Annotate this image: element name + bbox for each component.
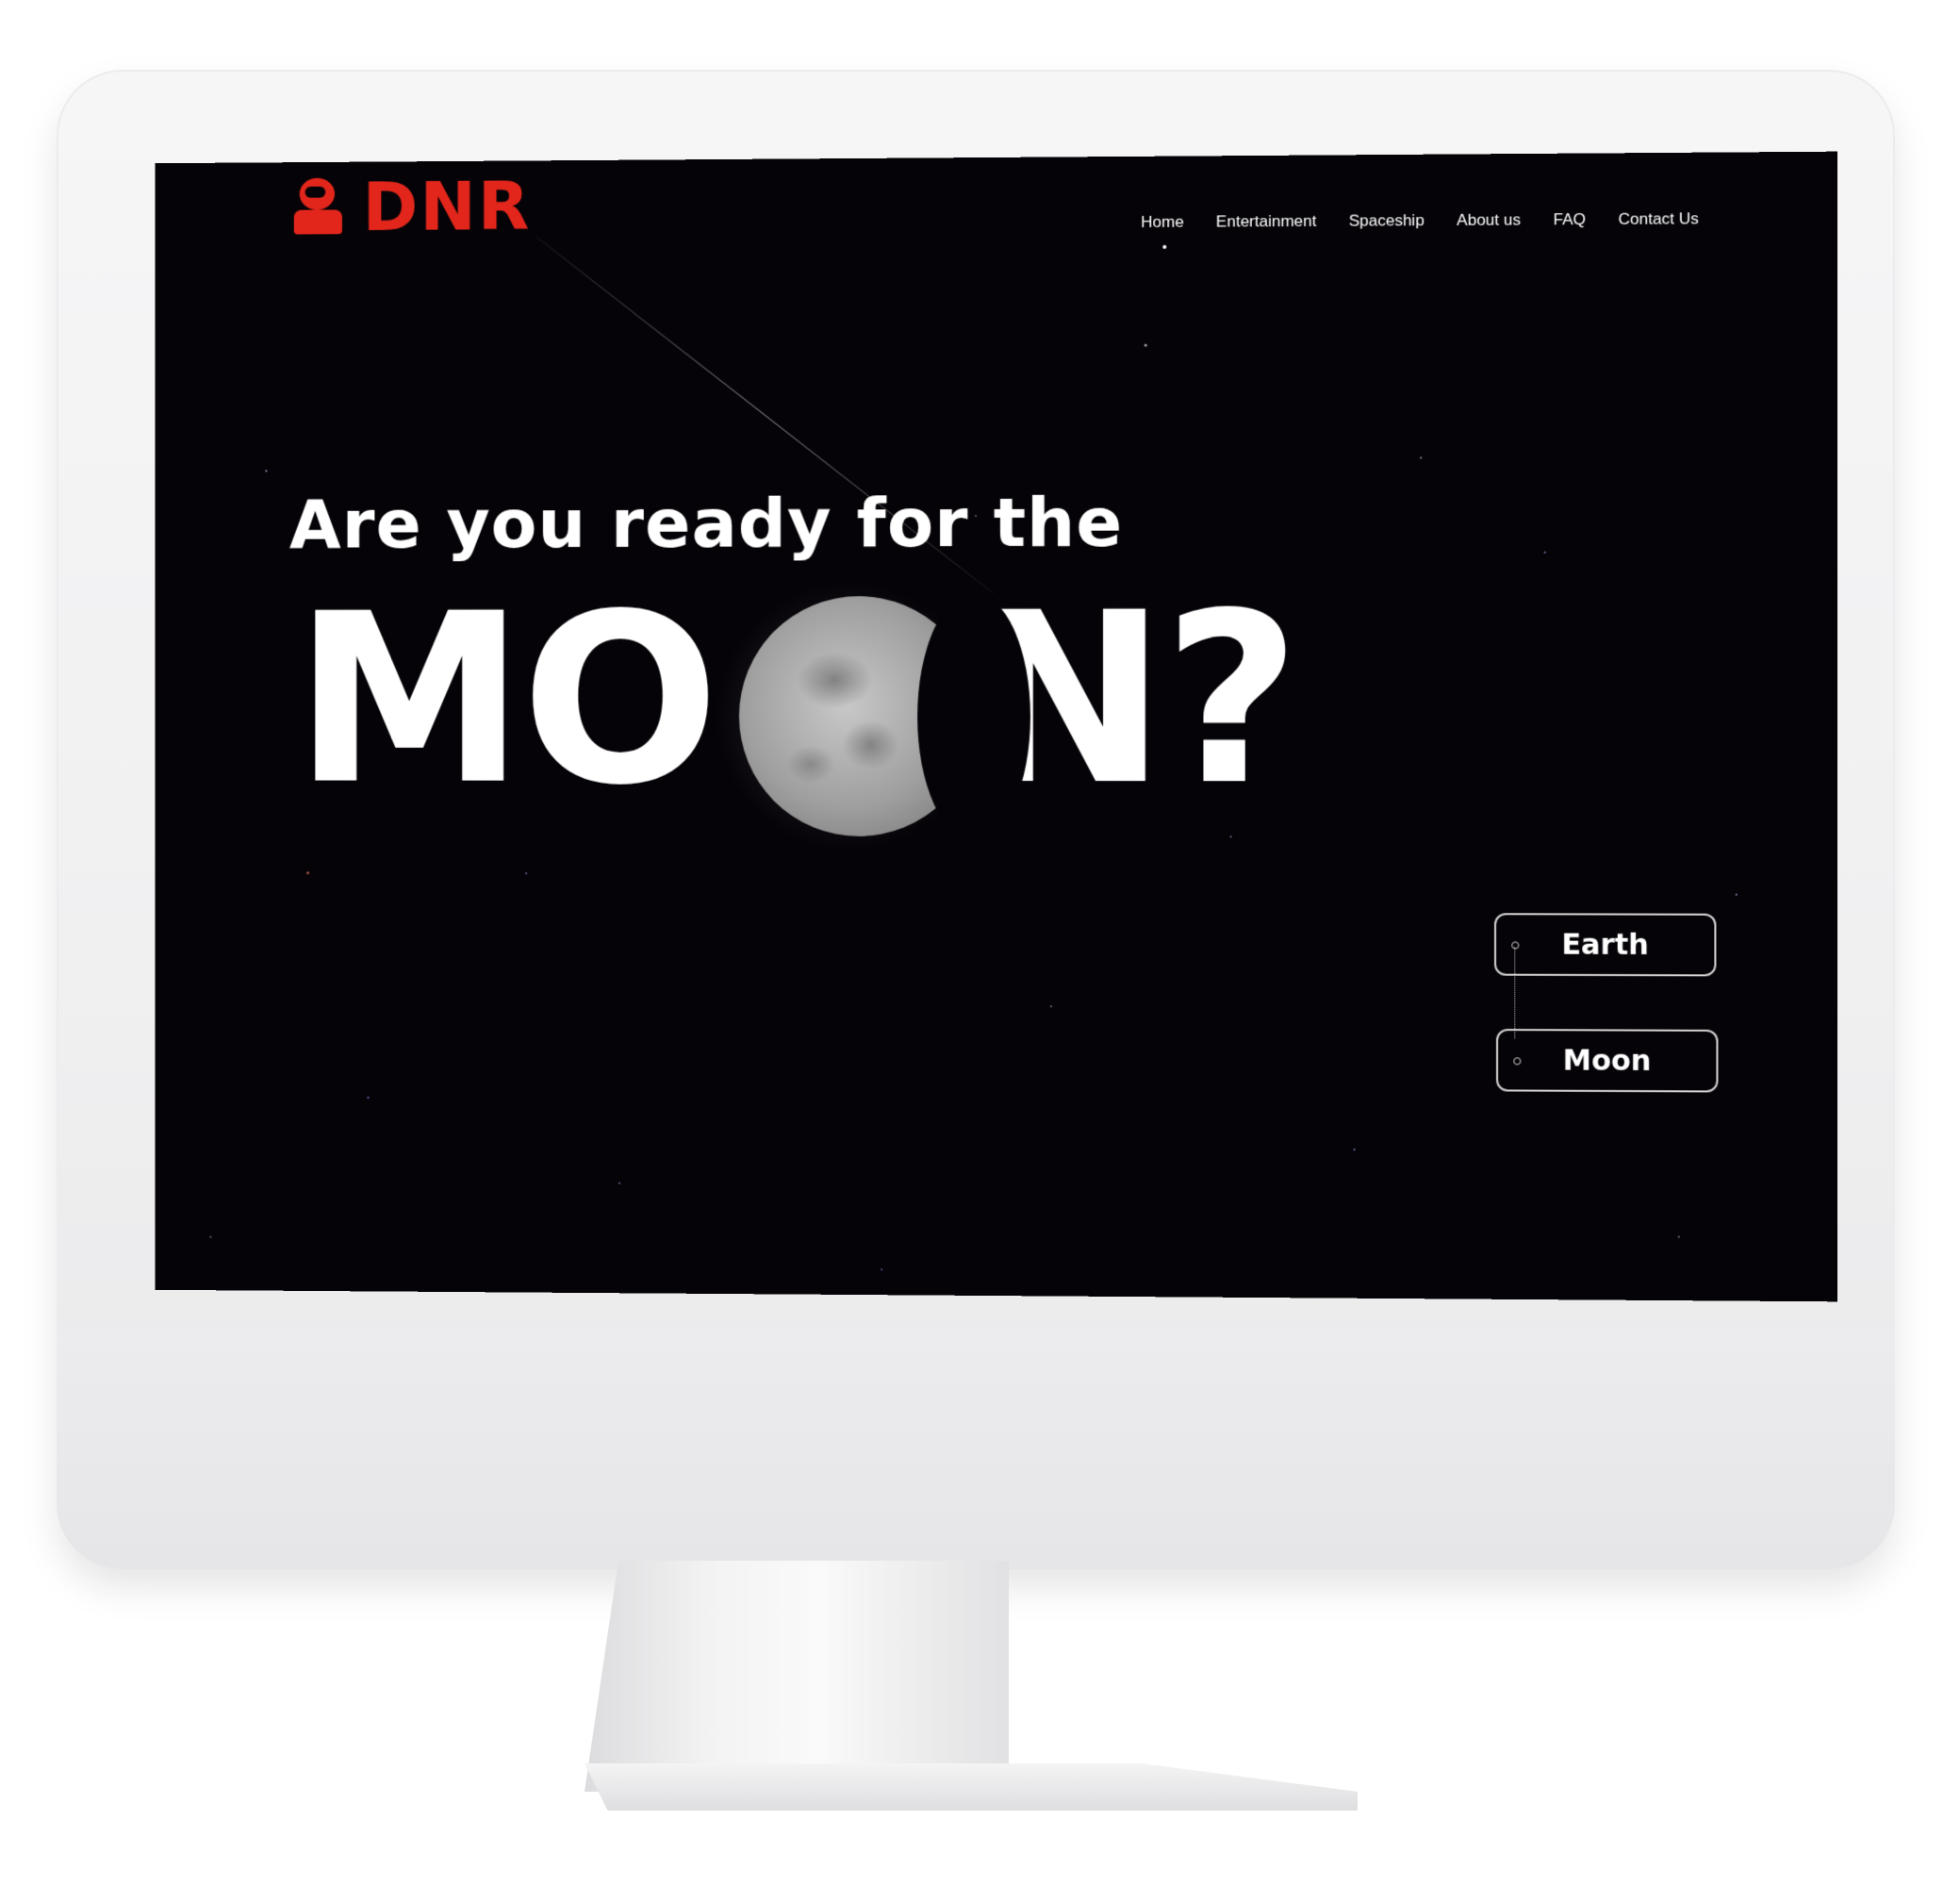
nav-home[interactable]: Home [1141,213,1184,232]
earth-label: Earth [1561,928,1649,962]
astronaut-icon [293,177,342,237]
hero-headline: Are you ready for the [288,482,1124,564]
moon-dot-icon [1513,1057,1522,1066]
logo-text: DNR [362,166,532,246]
earth-button[interactable]: Earth [1494,913,1717,977]
moon-button[interactable]: Moon [1496,1029,1719,1093]
moon-label: Moon [1562,1043,1652,1078]
nav-spaceship[interactable]: Spaceship [1349,211,1425,231]
earth-dot-icon [1511,941,1520,950]
nav-about-us[interactable]: About us [1457,210,1521,230]
moon-shadow [917,592,1030,841]
nav-faq[interactable]: FAQ [1554,210,1586,229]
hero-word-start: MO [293,562,716,836]
site-logo[interactable]: DNR [293,166,532,246]
monitor-stand [585,1561,1009,1792]
website-screen: DNR Home Entertainment Spaceship About u… [155,151,1837,1302]
nav-contact-us[interactable]: Contact Us [1618,209,1698,229]
monitor-stand-base [585,1763,1358,1811]
main-nav: Home Entertainment Spaceship About us FA… [1141,209,1699,232]
nav-entertainment[interactable]: Entertainment [1216,212,1317,232]
monitor-chin [57,1330,1895,1569]
